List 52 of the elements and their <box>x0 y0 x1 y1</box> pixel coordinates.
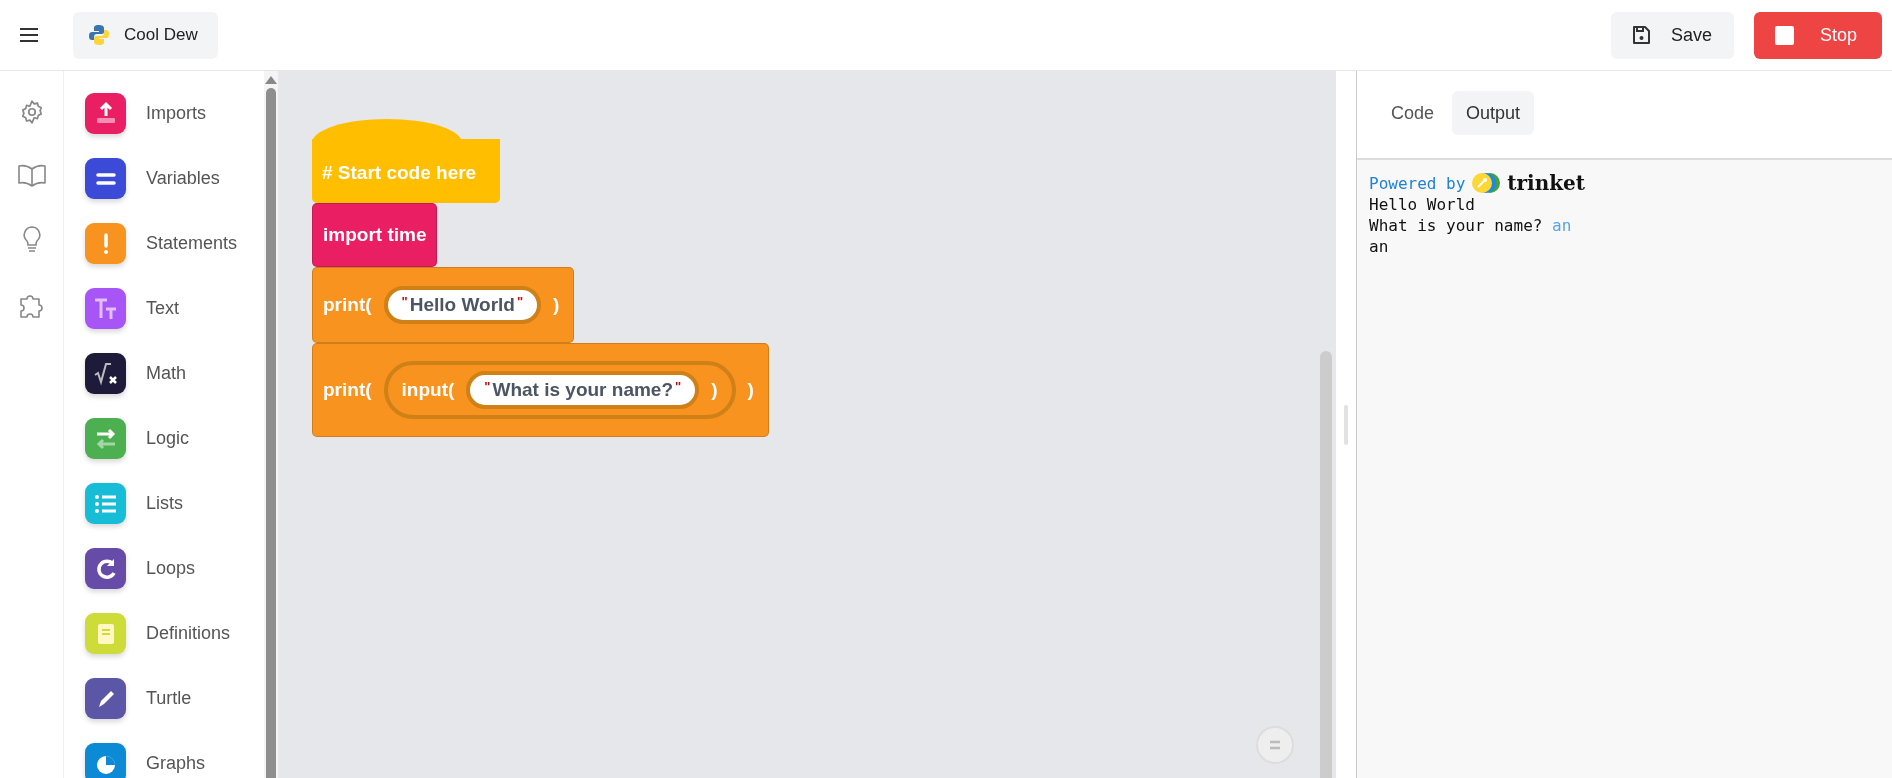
category-item[interactable]: Turtle <box>85 678 264 719</box>
string-value: What is your name? <box>492 379 673 401</box>
stop-icon <box>1774 25 1794 45</box>
block-label: ) <box>553 294 560 316</box>
output-line: Hello World <box>1369 195 1475 214</box>
category-item[interactable]: Definitions <box>85 613 264 654</box>
book-icon[interactable] <box>16 163 47 187</box>
equals-icon <box>1269 740 1281 750</box>
quote-mark: " <box>484 379 491 394</box>
scrollbar[interactable] <box>1320 351 1332 778</box>
category-item[interactable]: Logic <box>85 418 264 459</box>
code-block[interactable]: print( "Hello World" ) <box>312 267 575 343</box>
quote-mark: " <box>516 294 524 309</box>
nested-block[interactable]: input( "What is your name?" ) <box>383 361 736 419</box>
stop-button[interactable]: Stop <box>1753 11 1882 59</box>
quote-mark: " <box>675 379 682 394</box>
project-button[interactable]: Cool Dew <box>73 11 218 59</box>
block-label: print( <box>323 379 372 401</box>
block-label: ) <box>711 379 718 401</box>
python-icon <box>88 24 110 46</box>
string-slot[interactable]: "What is your name?" <box>466 371 700 409</box>
brand-name: trinket <box>1507 172 1586 194</box>
quote-mark: " <box>401 294 408 309</box>
scrollbar[interactable] <box>264 71 278 778</box>
block-label: ) <box>747 379 754 401</box>
typed-answer-text: an <box>1552 216 1572 235</box>
output-line: an <box>1369 237 1389 256</box>
output-line: What is your name? <box>1369 216 1544 235</box>
category-item[interactable]: Graphs <box>85 743 264 778</box>
code-block[interactable]: print( input( "What is your name?" ) ) <box>312 343 769 437</box>
trinket-logo-icon <box>1471 172 1502 194</box>
tab[interactable]: Output <box>1452 91 1535 135</box>
tab[interactable]: Code <box>1377 91 1449 135</box>
block-label: print( <box>323 294 372 316</box>
category-item[interactable]: Imports <box>85 93 264 134</box>
category-item[interactable]: Text <box>85 288 264 329</box>
category-item[interactable]: Loops <box>85 548 264 589</box>
category-item[interactable]: Math <box>85 353 264 394</box>
block-label: # Start code here <box>322 162 478 184</box>
category-item[interactable]: Statements <box>85 223 264 264</box>
powered-by-text: Powered by <box>1369 172 1466 194</box>
block-label: import time <box>323 224 427 246</box>
category-item[interactable]: Variables <box>85 158 264 199</box>
category-item[interactable]: Lists <box>85 483 264 524</box>
lightbulb-icon[interactable] <box>20 225 43 253</box>
block-workspace[interactable]: # Start code here import time print( "Hello World" ) print( input( "What is your name?" ) ) <box>278 71 1336 778</box>
string-value: Hello World <box>409 294 515 316</box>
string-slot[interactable]: "Hello World" <box>383 286 542 324</box>
code-block[interactable]: import time <box>312 203 438 267</box>
menu-icon[interactable] <box>19 27 39 43</box>
save-button[interactable]: Save <box>1610 11 1734 59</box>
block-label: input( <box>401 379 455 401</box>
